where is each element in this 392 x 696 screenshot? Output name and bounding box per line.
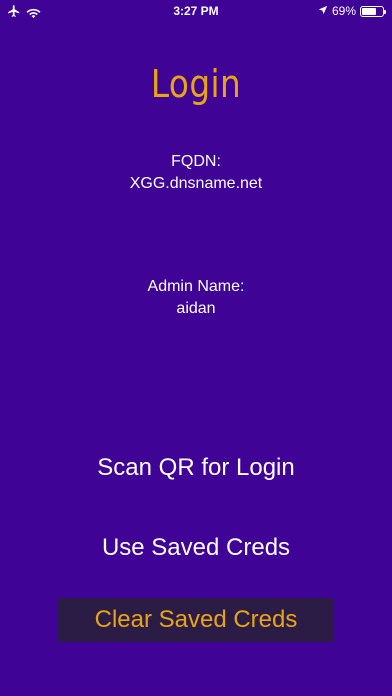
scan-qr-button[interactable]: Scan QR for Login: [0, 452, 392, 484]
status-bar: 3:27 PM 69%: [0, 0, 392, 22]
clear-saved-creds-button[interactable]: Clear Saved Creds: [58, 598, 334, 642]
fqdn-value: XGG.dnsname.net: [129, 175, 263, 192]
status-right-icons: 69%: [318, 4, 386, 18]
battery-percent: 69%: [331, 4, 356, 18]
use-saved-creds-button[interactable]: Use Saved Creds: [0, 532, 392, 564]
battery-icon: [360, 5, 386, 17]
page-title: Login: [150, 62, 242, 106]
admin-name-label: Admin Name:: [147, 278, 245, 295]
fqdn-label: FQDN:: [171, 153, 221, 170]
admin-name-value: aidan: [176, 300, 216, 317]
location-arrow-icon: [318, 4, 328, 18]
battery-fill: [362, 7, 376, 15]
